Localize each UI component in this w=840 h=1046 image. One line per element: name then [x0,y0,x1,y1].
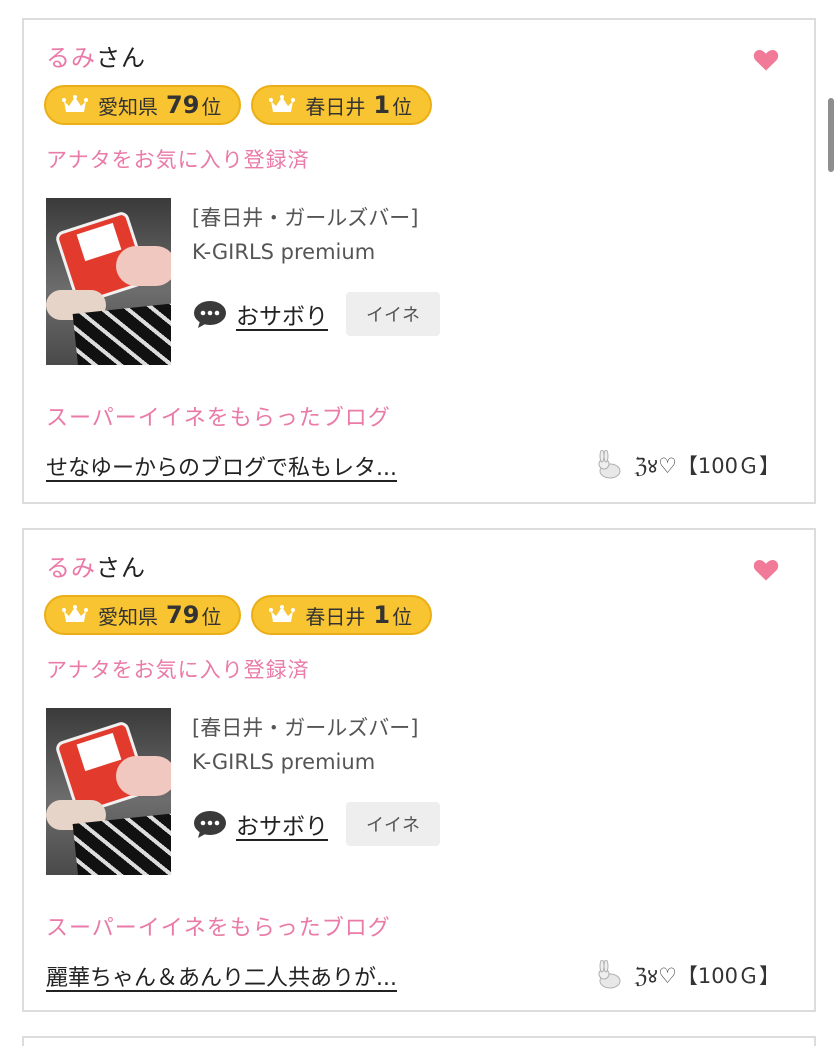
scrollbar[interactable] [828,98,834,172]
ranking-badge-prefecture[interactable]: 愛知県 79 位 [44,595,242,635]
ranking-badges: 愛知県 79 位 春日井 1 位 [44,595,433,635]
iine-button[interactable]: イイネ [346,292,440,336]
cast-card: るみさん 愛知県 79 位 春日井 1 位 アナタをお気に入り登録済 [春日井・… [22,528,816,1012]
iine-button[interactable]: イイネ [346,802,440,846]
super-iine-blog-link[interactable]: 麗華ちゃん＆あんり二人共ありが... [46,960,397,992]
cast-name[interactable]: るみさん [46,40,146,76]
cast-name-main[interactable]: るみ [46,554,96,582]
badge-unit: 位 [201,604,222,629]
heart-icon[interactable] [752,46,780,74]
badge-rank: 79 [166,601,200,629]
crown-icon [269,605,296,622]
rabbit-icon [598,960,621,989]
ranking-badges: 愛知県 79 位 春日井 1 位 [44,85,433,125]
cast-card [22,1036,816,1046]
blog-title-link[interactable]: おサボり [236,297,328,331]
badge-area: 春日井 [305,604,366,629]
crown-icon [62,605,88,622]
cast-name-honorific: さん [96,44,146,72]
blog-title-link[interactable]: おサボり [236,807,328,841]
blog-entry: おサボり イイネ [192,292,440,336]
badge-unit: 位 [392,94,413,119]
blog-feed-page: るみさん 愛知県 79 位 春日井 1 位 アナタをお気に入り登録済 [春日井・… [0,0,840,1046]
ranking-badge-city[interactable]: 春日井 1 位 [251,85,433,125]
rabbit-icon [598,450,621,479]
favorite-status: アナタをお気に入り登録済 [46,148,310,172]
shop-category: [春日井・ガールズバー] [192,206,419,230]
badge-rank: 1 [373,601,391,629]
super-iine-sender: ℨ४♡【100Ｇ】 [594,450,780,480]
shop-name[interactable]: K-GIRLS premium [192,750,375,774]
badge-unit: 位 [201,94,222,119]
super-iine-heading: スーパーイイネをもらったブログ [46,406,391,431]
heart-icon[interactable] [752,556,780,584]
ranking-badge-prefecture[interactable]: 愛知県 79 位 [44,85,242,125]
crown-icon [269,95,296,112]
crown-icon [62,95,88,112]
favorite-status: アナタをお気に入り登録済 [46,658,310,682]
chat-bubble-icon [194,811,226,838]
cast-name-honorific: さん [96,554,146,582]
ranking-badge-city[interactable]: 春日井 1 位 [251,595,433,635]
badge-rank: 79 [166,91,200,119]
super-iine-sender: ℨ४♡【100Ｇ】 [594,960,780,990]
super-iine-blog-link[interactable]: せなゆーからのブログで私もレタ... [46,450,397,482]
super-iine-sender-text: ℨ४♡【100Ｇ】 [634,454,780,478]
badge-area: 愛知県 [98,94,158,119]
badge-unit: 位 [392,604,413,629]
shop-category: [春日井・ガールズバー] [192,716,419,740]
shop-name[interactable]: K-GIRLS premium [192,240,375,264]
super-iine-heading: スーパーイイネをもらったブログ [46,916,391,941]
chat-bubble-icon [194,301,226,328]
cast-name[interactable]: るみさん [46,550,146,586]
blog-thumbnail[interactable] [46,198,171,365]
badge-area: 愛知県 [98,604,158,629]
cast-card: るみさん 愛知県 79 位 春日井 1 位 アナタをお気に入り登録済 [春日井・… [22,18,816,504]
cast-name-main[interactable]: るみ [46,44,96,72]
badge-area: 春日井 [305,94,366,119]
blog-entry: おサボり イイネ [192,802,440,846]
super-iine-sender-text: ℨ४♡【100Ｇ】 [634,964,780,988]
blog-thumbnail[interactable] [46,708,171,875]
badge-rank: 1 [373,91,391,119]
